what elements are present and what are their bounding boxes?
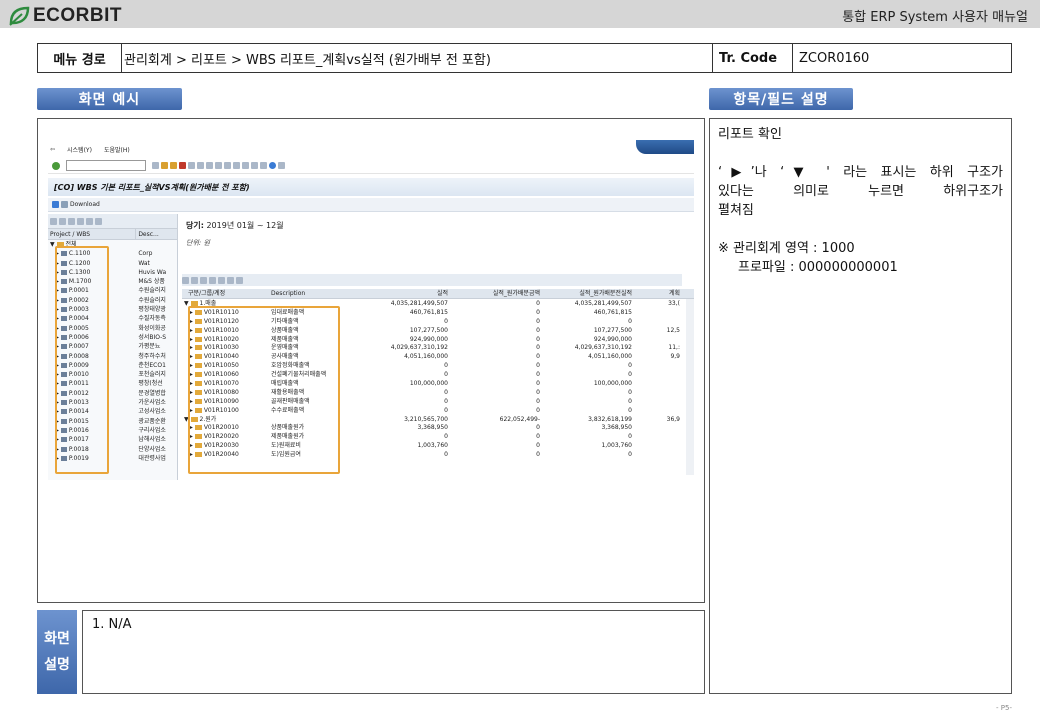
- document-title: 통합 ERP System 사용자 매뉴얼: [842, 10, 1028, 25]
- company-logo: ECORBIT: [8, 5, 122, 27]
- sap-screen-title: [CO] WBS 기본 리포트_실적VS계획(원가배분 전 포함): [48, 178, 694, 196]
- first-page-icon[interactable]: [215, 162, 222, 169]
- tree-header: Project / WBS Desc...: [48, 228, 177, 240]
- report-grid-header: 구분/그룹/계정 Description 실적 실적_원가배분금액 실적_원가배…: [182, 289, 694, 299]
- ecorbit-logo-icon: [9, 6, 30, 26]
- report-check-text: 리포트 확인: [718, 127, 782, 142]
- cancel-icon[interactable]: [179, 162, 186, 169]
- print-report-icon[interactable]: [218, 276, 225, 284]
- prev-page-icon[interactable]: [224, 162, 231, 169]
- tree-expand-text-3: 펼쳐짐: [718, 203, 754, 218]
- logo-text: ECORBIT: [33, 5, 122, 26]
- desc-tab-line2: 설명: [44, 657, 70, 673]
- sap-exit-icon[interactable]: ⇦: [50, 146, 55, 153]
- collapse-icon[interactable]: [59, 217, 66, 225]
- col-account[interactable]: 구분/그룹/계정: [182, 289, 268, 298]
- save-icon[interactable]: [152, 162, 159, 169]
- highlight-report-accounts: [188, 306, 340, 474]
- next-page-icon[interactable]: [233, 162, 240, 169]
- tcode-label: Tr. Code: [713, 44, 793, 72]
- sap-app-toolbar: Download: [48, 198, 694, 212]
- col-description[interactable]: Description: [268, 289, 358, 298]
- unit-label: 단위: 원: [186, 239, 210, 247]
- screen-description-box: 1. N/A: [82, 610, 705, 694]
- layout-report-icon[interactable]: [236, 276, 243, 284]
- sap-menu-bar: ⇦ 시스템(Y) 도움말(H): [48, 143, 694, 155]
- page-number: - P5-: [996, 704, 1012, 712]
- command-field[interactable]: [66, 160, 146, 171]
- sort-icon[interactable]: [77, 217, 84, 225]
- sap-window-controls[interactable]: [636, 140, 694, 154]
- tree-toolbar: [48, 214, 177, 228]
- tree-col-desc[interactable]: Desc...: [135, 229, 177, 239]
- screen-description-tab: 화면 설명: [37, 610, 77, 694]
- tree-expand-text-2: 있다는 의미로 누르면 하위구조가: [718, 184, 1003, 199]
- info-icon[interactable]: [52, 201, 59, 208]
- filter-report-icon[interactable]: [200, 276, 207, 284]
- period-line: 당기: 2019년 01월 ~ 12월: [186, 220, 284, 231]
- enter-icon[interactable]: [52, 161, 60, 170]
- back-icon[interactable]: [161, 162, 168, 169]
- layout-icon[interactable]: [278, 162, 285, 169]
- report-toolbar: [182, 274, 682, 286]
- export-icon[interactable]: [227, 276, 234, 284]
- tree-col-project[interactable]: Project / WBS: [48, 229, 135, 239]
- download-icon[interactable]: [61, 201, 68, 208]
- report-scrollbar[interactable]: [686, 299, 694, 475]
- menu-path-value: 관리회계 > 리포트 > WBS 리포트_계획vs실적 (원가배부 전 포함): [122, 44, 713, 72]
- exit-icon[interactable]: [170, 162, 177, 169]
- layout-tree-icon[interactable]: [95, 217, 102, 225]
- highlight-tree-nodes: [55, 246, 109, 474]
- filter-icon[interactable]: [68, 217, 75, 225]
- sap-standard-toolbar: [48, 158, 694, 174]
- tcode-value: ZCOR0160: [799, 50, 870, 66]
- col-pre-allocation[interactable]: 실적_원가배분전실적: [542, 289, 634, 298]
- controlling-area-text: ※ 관리회계 영역 : 1000: [718, 241, 855, 256]
- expand-all-icon[interactable]: [182, 276, 189, 284]
- collapse-all-icon[interactable]: [191, 276, 198, 284]
- shortcut-icon[interactable]: [260, 162, 267, 169]
- col-actual[interactable]: 실적: [358, 289, 450, 298]
- desc-tab-line1: 화면: [44, 631, 70, 647]
- sap-menu-help[interactable]: 도움말(H): [104, 145, 130, 154]
- print-tree-icon[interactable]: [86, 217, 93, 225]
- help-icon[interactable]: [269, 162, 276, 169]
- profile-text: 프로파일 : 000000000001: [738, 260, 898, 275]
- sap-menu-system[interactable]: 시스템(Y): [67, 145, 92, 154]
- menu-path-table: 메뉴 경로 관리회계 > 리포트 > WBS 리포트_계획vs실적 (원가배부 …: [37, 43, 1012, 73]
- period-label: 당기:: [186, 221, 204, 230]
- expand-icon[interactable]: [50, 217, 57, 225]
- find-next-icon[interactable]: [206, 162, 213, 169]
- new-session-icon[interactable]: [251, 162, 258, 169]
- download-button[interactable]: Download: [70, 201, 100, 208]
- sap-screenshot: ⇦ 시스템(Y) 도움말(H) [CO] WBS 기본 리포트_실적VS계획(원…: [48, 140, 694, 480]
- screen-example-tab: 화면 예시: [37, 88, 182, 110]
- description-item-1: 1. N/A: [92, 617, 132, 632]
- last-page-icon[interactable]: [242, 162, 249, 169]
- menu-path-label: 메뉴 경로: [38, 44, 122, 72]
- field-description-tab: 항목/필드 설명: [709, 88, 853, 110]
- sum-icon[interactable]: [209, 276, 216, 284]
- period-value: 2019년 01월 ~ 12월: [206, 221, 284, 230]
- tree-expand-text-1: ‘▶’나 ‘▼ ' 라는 표시는 하위 구조가: [718, 165, 1003, 180]
- print-icon[interactable]: [188, 162, 195, 169]
- find-icon[interactable]: [197, 162, 204, 169]
- field-description-panel: 리포트 확인 ‘▶’나 ‘▼ ' 라는 표시는 하위 구조가 있다는 의미로 누…: [709, 118, 1012, 694]
- col-allocation[interactable]: 실적_원가배분금액: [450, 289, 542, 298]
- col-plan[interactable]: 계획: [634, 289, 684, 298]
